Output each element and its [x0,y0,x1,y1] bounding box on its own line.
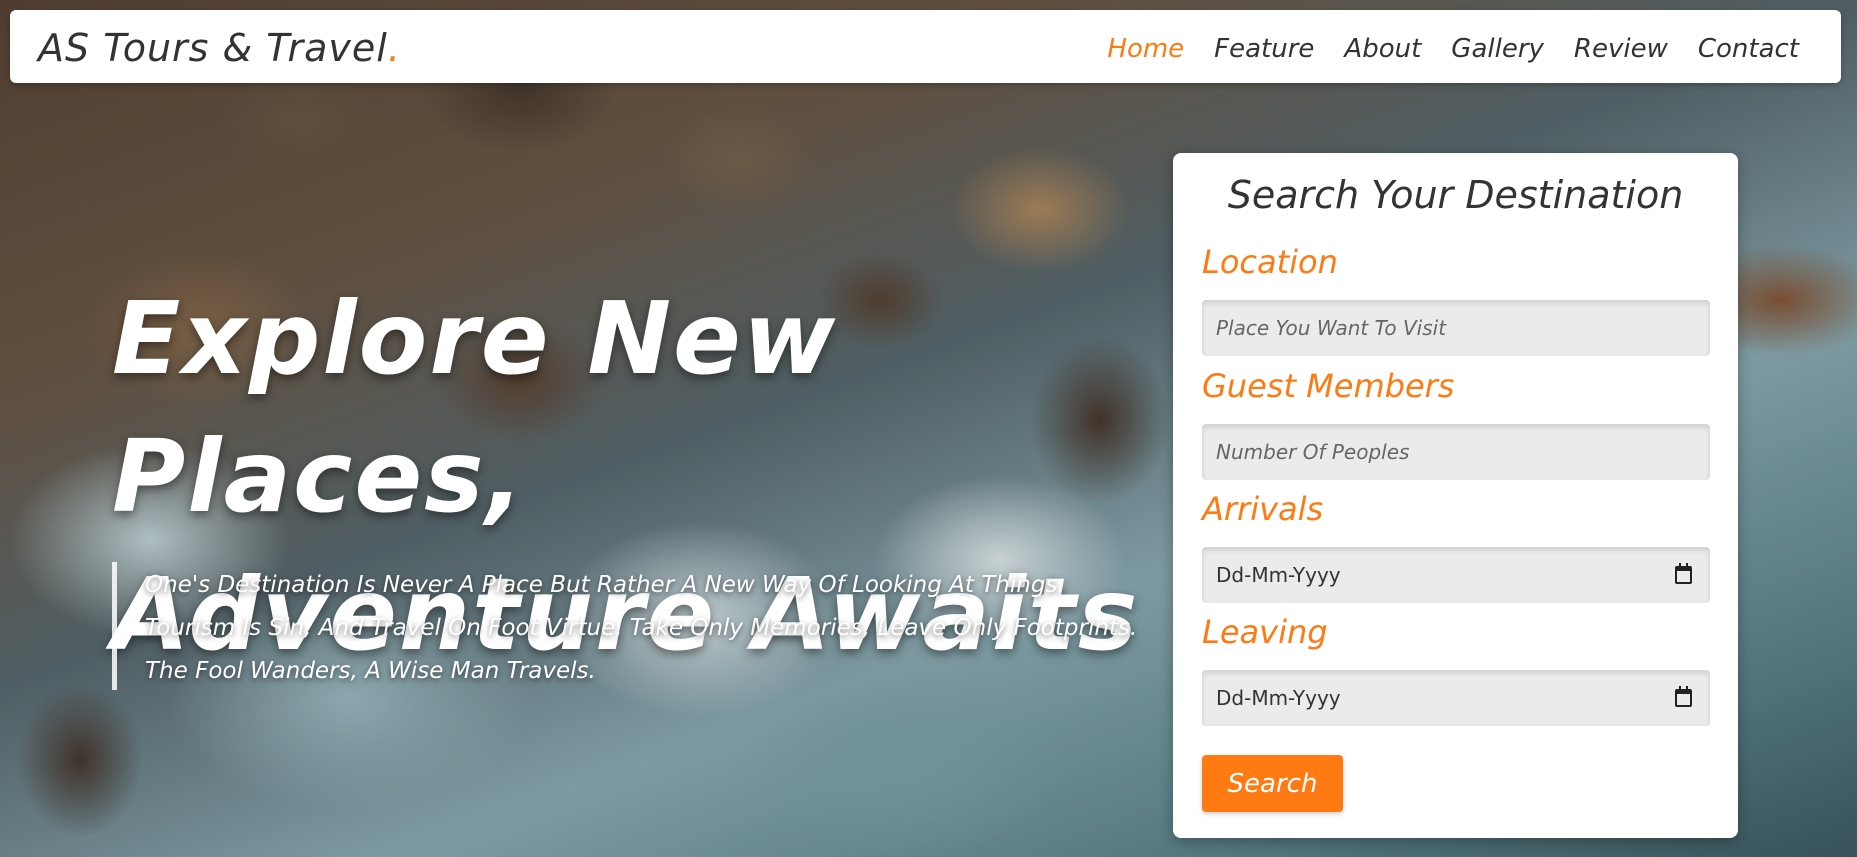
site-logo[interactable]: AS Tours & Travel. [38,26,401,70]
nav-gallery-link[interactable]: Gallery [1451,34,1544,64]
nav-contact-link[interactable]: Contact [1698,34,1799,64]
location-placeholder: Place You Want To Visit [1216,316,1447,340]
guest-members-label: Guest Members [1202,367,1455,405]
calendar-icon[interactable] [1675,563,1692,584]
site-header: AS Tours & Travel. Home Feature About Ga… [10,10,1841,83]
calendar-icon[interactable] [1675,686,1692,707]
hero-quote: One's Destination Is Never A Place But R… [112,562,1162,690]
hero-title-line-1: Explore New Places, [112,280,838,535]
guest-members-input[interactable]: Number Of Peoples [1202,424,1710,480]
search-button[interactable]: Search [1202,755,1343,812]
nav-about-link[interactable]: About [1344,34,1421,64]
search-destination-form: Search Your Destination Location Place Y… [1173,153,1738,838]
location-input[interactable]: Place You Want To Visit [1202,300,1710,356]
search-form-title: Search Your Destination [1227,173,1684,217]
leaving-date-value: Dd-Mm-Yyyy [1216,686,1341,710]
logo-text: AS Tours & Travel [38,26,388,70]
leaving-label: Leaving [1202,613,1328,651]
location-label: Location [1202,243,1338,281]
main-nav: Home Feature About Gallery Review Contac… [1107,34,1799,64]
arrivals-date-input[interactable]: Dd-Mm-Yyyy [1202,547,1710,603]
arrivals-date-value: Dd-Mm-Yyyy [1216,563,1341,587]
nav-review-link[interactable]: Review [1574,34,1668,64]
guest-members-placeholder: Number Of Peoples [1216,440,1410,464]
leaving-date-input[interactable]: Dd-Mm-Yyyy [1202,670,1710,726]
nav-feature-link[interactable]: Feature [1214,34,1314,64]
arrivals-label: Arrivals [1202,490,1324,528]
nav-home-link[interactable]: Home [1107,34,1184,64]
logo-dot: . [387,26,401,70]
